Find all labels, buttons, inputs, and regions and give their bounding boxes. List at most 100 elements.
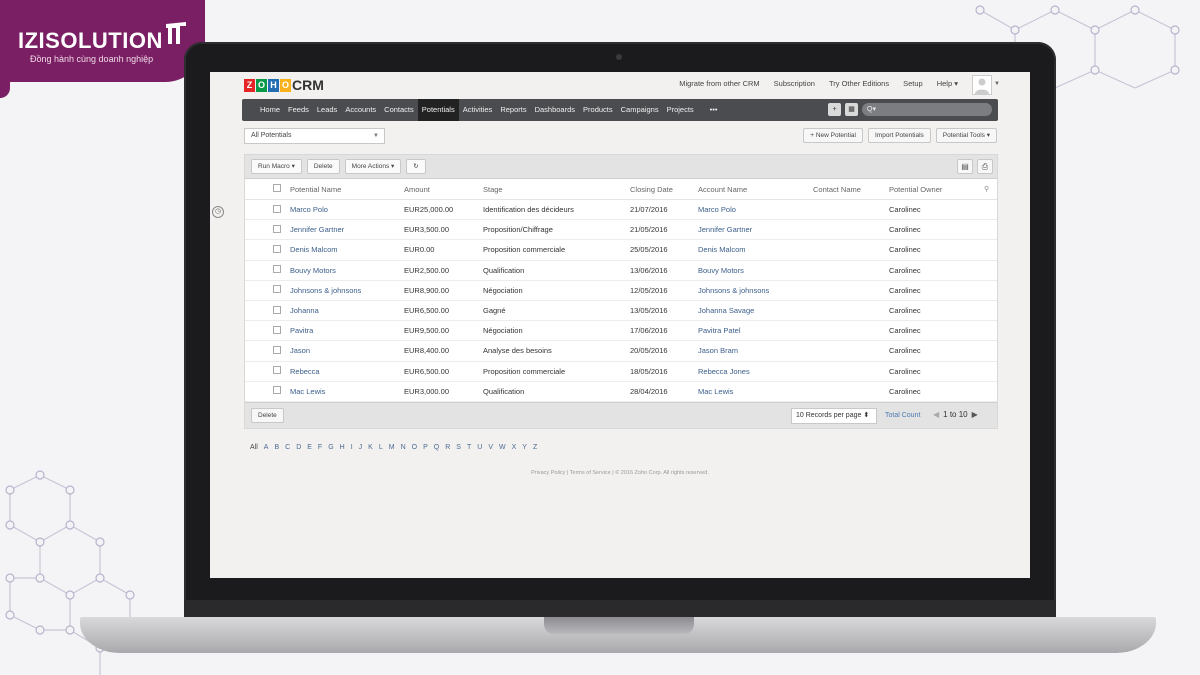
row-checkbox[interactable] — [245, 325, 290, 336]
print-icon[interactable]: ⎙ — [977, 159, 993, 174]
alphabet-letter-link[interactable]: K — [368, 444, 373, 451]
potential-name-link[interactable]: Marco Polo — [290, 205, 404, 214]
row-checkbox[interactable] — [245, 305, 290, 316]
potential-name-link[interactable]: Pavitra — [290, 326, 404, 335]
account-name-link[interactable]: Johanna Savage — [698, 306, 813, 315]
clock-icon[interactable]: ◷ — [212, 206, 224, 218]
alphabet-letter-link[interactable]: S — [456, 444, 461, 451]
alphabet-letter-link[interactable]: W — [499, 444, 506, 451]
tab-activities[interactable]: Activities — [459, 99, 497, 121]
table-row[interactable]: Jason EUR8,400.00 Analyse des besoins 20/05… — [245, 341, 997, 362]
alphabet-letter-link[interactable]: E — [307, 444, 312, 451]
account-name-link[interactable]: Johnsons & johnsons — [698, 286, 813, 295]
row-checkbox[interactable] — [245, 366, 290, 376]
alphabet-letter-link[interactable]: H — [340, 444, 345, 451]
search-input[interactable]: Q▾ — [862, 103, 992, 116]
tab-campaigns[interactable]: Campaigns — [617, 99, 663, 121]
potential-name-link[interactable]: Mac Lewis — [290, 387, 404, 396]
tab-leads[interactable]: Leads — [313, 99, 341, 121]
prev-page-icon[interactable]: ◀ — [933, 410, 939, 419]
column-header[interactable]: Closing Date — [630, 185, 698, 194]
alphabet-letter-link[interactable]: I — [351, 444, 353, 451]
potential-name-link[interactable]: Denis Malcom — [290, 245, 404, 254]
alphabet-all-link[interactable]: All — [250, 444, 258, 451]
view-select[interactable]: All Potentials ▼ — [244, 128, 385, 144]
alphabet-letter-link[interactable]: Z — [533, 444, 537, 451]
potential-name-link[interactable]: Johanna — [290, 306, 404, 315]
select-all-checkbox[interactable] — [245, 184, 290, 194]
alphabet-letter-link[interactable]: G — [328, 444, 333, 451]
column-header[interactable]: Potential Owner — [889, 185, 984, 194]
search-icon[interactable]: ⚲ — [984, 185, 996, 193]
table-row[interactable]: Mac Lewis EUR3,000.00 Qualification 28/04/2… — [245, 382, 997, 402]
tab-products[interactable]: Products — [579, 99, 617, 121]
alphabet-letter-link[interactable]: D — [296, 444, 301, 451]
potential-name-link[interactable]: Johnsons & johnsons — [290, 286, 404, 295]
column-header[interactable]: Account Name — [698, 185, 813, 194]
chevron-down-icon[interactable]: ▼ — [994, 81, 1000, 87]
column-header[interactable]: Stage — [483, 185, 630, 194]
more-actions-button[interactable]: More Actions ▾ — [344, 159, 402, 174]
table-row[interactable]: Bouvy Motors EUR2,500.00 Qualification 13/0… — [245, 261, 997, 281]
table-row[interactable]: Johanna EUR6,500.00 Gagné 13/05/2016 Johanna… — [245, 301, 997, 322]
link-setup[interactable]: Setup — [903, 79, 923, 88]
avatar[interactable] — [972, 75, 992, 95]
row-checkbox[interactable] — [245, 224, 290, 235]
tab-accounts[interactable]: Accounts — [341, 99, 380, 121]
column-header[interactable]: Contact Name — [813, 185, 889, 194]
import-potentials-button[interactable]: Import Potentials — [867, 128, 931, 143]
alphabet-letter-link[interactable]: C — [285, 444, 290, 451]
link-subscription[interactable]: Subscription — [774, 79, 815, 88]
alphabet-letter-link[interactable]: N — [401, 444, 406, 451]
alphabet-letter-link[interactable]: J — [359, 444, 363, 451]
row-checkbox[interactable] — [245, 285, 290, 295]
alphabet-letter-link[interactable]: Q — [434, 444, 439, 451]
column-header[interactable]: Amount — [404, 185, 483, 194]
row-checkbox[interactable] — [245, 386, 290, 396]
delete-button[interactable]: Delete — [251, 408, 284, 423]
potential-name-link[interactable]: Jason — [290, 346, 404, 355]
delete-button[interactable]: Delete — [306, 159, 340, 174]
account-name-link[interactable]: Jennifer Gartner — [698, 225, 813, 234]
account-name-link[interactable]: Mac Lewis — [698, 387, 813, 396]
tab-reports[interactable]: Reports — [496, 99, 530, 121]
next-page-icon[interactable]: ▶ — [972, 410, 978, 419]
columns-icon[interactable]: ▤ — [957, 159, 973, 174]
calendar-icon[interactable]: ▦ — [845, 103, 858, 116]
potential-name-link[interactable]: Bouvy Motors — [290, 266, 404, 275]
alphabet-letter-link[interactable]: Y — [522, 444, 527, 451]
account-name-link[interactable]: Pavitra Patel — [698, 326, 813, 335]
potential-name-link[interactable]: Jennifer Gartner — [290, 225, 404, 234]
account-name-link[interactable]: Denis Malcom — [698, 245, 813, 254]
potential-tools-button[interactable]: Potential Tools ▾ — [935, 128, 997, 143]
add-icon[interactable]: + — [828, 103, 841, 116]
records-per-page-select[interactable]: 10 Records per page ⬍ — [791, 408, 877, 424]
alphabet-letter-link[interactable]: F — [318, 444, 322, 451]
alphabet-letter-link[interactable]: U — [477, 444, 482, 451]
alphabet-letter-link[interactable]: R — [445, 444, 450, 451]
tab-potentials[interactable]: Potentials — [417, 99, 459, 121]
table-row[interactable]: Jennifer Gartner EUR3,500.00 Proposition/C… — [245, 220, 997, 241]
table-row[interactable]: Rebecca EUR6,500.00 Proposition commercial… — [245, 362, 997, 382]
refresh-icon[interactable]: ↻ — [406, 159, 426, 174]
alphabet-letter-link[interactable]: P — [423, 444, 428, 451]
tab-projects[interactable]: Projects — [663, 99, 698, 121]
tab-dashboards[interactable]: Dashboards — [531, 99, 579, 121]
tab-home[interactable]: Home — [256, 99, 284, 121]
new-potential-button[interactable]: + New Potential — [803, 128, 863, 143]
alphabet-letter-link[interactable]: O — [412, 444, 417, 451]
row-checkbox[interactable] — [245, 204, 290, 215]
row-checkbox[interactable] — [245, 265, 290, 275]
account-name-link[interactable]: Marco Polo — [698, 205, 813, 214]
alphabet-letter-link[interactable]: V — [488, 444, 493, 451]
potential-name-link[interactable]: Rebecca — [290, 367, 404, 376]
account-name-link[interactable]: Rebecca Jones — [698, 367, 813, 376]
row-checkbox[interactable] — [245, 345, 290, 356]
row-checkbox[interactable] — [245, 244, 290, 255]
run-macro-button[interactable]: Run Macro ▾ — [251, 159, 302, 174]
link-try-editions[interactable]: Try Other Editions — [829, 79, 889, 88]
table-row[interactable]: Denis Malcom EUR0.00 Proposition commercia… — [245, 240, 997, 261]
link-migrate[interactable]: Migrate from other CRM — [679, 79, 759, 88]
alphabet-letter-link[interactable]: X — [512, 444, 517, 451]
column-header[interactable]: Potential Name — [290, 185, 404, 194]
